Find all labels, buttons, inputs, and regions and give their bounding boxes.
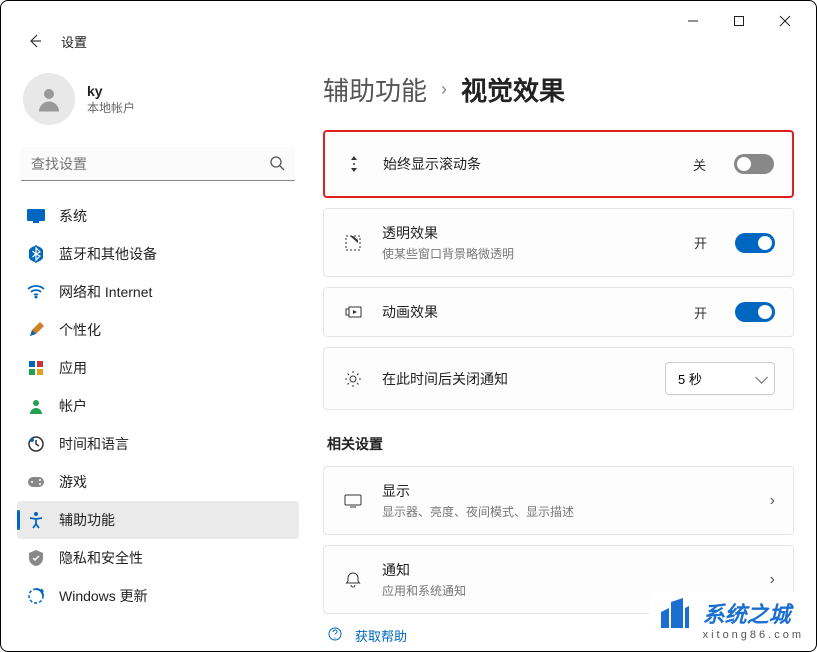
transparency-toggle[interactable]: [735, 233, 775, 253]
watermark-url: xitong86.com: [703, 629, 804, 641]
sidebar: ky 本地帐户 系统蓝牙和其他设备网络和 Internet 个性化应用帐户时间和语…: [1, 53, 311, 651]
sidebar-item-wifi[interactable]: 网络和 Internet: [17, 273, 299, 311]
sidebar-item-label: 应用: [59, 358, 87, 378]
monitor-icon: [342, 493, 364, 509]
setting-animation[interactable]: 动画效果 开: [323, 287, 794, 337]
sidebar-item-privacy[interactable]: 隐私和安全性: [17, 539, 299, 577]
sidebar-item-label: 个性化: [59, 320, 101, 340]
sidebar-item-gaming[interactable]: 游戏: [17, 463, 299, 501]
privacy-icon: [27, 549, 45, 567]
chevron-right-icon: ›: [770, 571, 775, 589]
sidebar-item-accessibility[interactable]: 辅助功能: [17, 501, 299, 539]
related-heading: 相关设置: [327, 434, 794, 454]
timeout-dropdown[interactable]: 5 秒: [665, 362, 775, 395]
watermark-title: 系统之城: [703, 597, 804, 629]
brightness-icon: [342, 370, 364, 388]
update-icon: [27, 587, 45, 605]
close-button[interactable]: [762, 5, 808, 37]
gaming-icon: [27, 473, 45, 491]
setting-title: 始终显示滚动条: [383, 154, 675, 174]
sidebar-item-personalize[interactable]: 个性化: [17, 311, 299, 349]
watermark-icon: [655, 594, 695, 643]
back-button[interactable]: [25, 31, 45, 51]
search-icon: [269, 155, 285, 176]
sidebar-item-label: 网络和 Internet: [59, 282, 152, 302]
setting-title: 动画效果: [382, 302, 676, 322]
setting-scrollbar[interactable]: 始终显示滚动条 关: [323, 130, 794, 198]
related-subtitle: 显示器、亮度、夜间模式、显示描述: [382, 503, 752, 520]
bell-icon: [342, 571, 364, 589]
sidebar-item-update[interactable]: Windows 更新: [17, 577, 299, 615]
search-input[interactable]: [21, 147, 295, 181]
setting-notification-timeout: 在此时间后关闭通知 5 秒: [323, 347, 794, 410]
sidebar-item-system[interactable]: 系统: [17, 197, 299, 235]
scroll-icon: [343, 154, 365, 174]
search-box[interactable]: [21, 147, 295, 181]
help-label: 获取帮助: [355, 626, 407, 645]
system-icon: [27, 207, 45, 225]
personalize-icon: [27, 321, 45, 339]
sidebar-item-label: 辅助功能: [59, 510, 115, 530]
app-title: 设置: [61, 32, 87, 51]
setting-title: 透明效果: [382, 223, 676, 243]
nav-list: 系统蓝牙和其他设备网络和 Internet 个性化应用帐户时间和语言游戏辅助功能隐…: [17, 197, 299, 615]
breadcrumb: 辅助功能 › 视觉效果: [323, 71, 794, 108]
profile-block[interactable]: ky 本地帐户: [17, 65, 299, 143]
related-title: 通知: [382, 560, 752, 580]
animation-toggle[interactable]: [735, 302, 775, 322]
sidebar-item-label: 游戏: [59, 472, 87, 492]
help-icon: [327, 626, 343, 645]
related-title: 显示: [382, 481, 752, 501]
breadcrumb-parent[interactable]: 辅助功能: [323, 71, 427, 108]
minimize-button[interactable]: [670, 5, 716, 37]
account-icon: [27, 397, 45, 415]
sidebar-item-label: 系统: [59, 206, 87, 226]
sidebar-item-label: Windows 更新: [59, 586, 148, 606]
apps-icon: [27, 359, 45, 377]
setting-title: 在此时间后关闭通知: [382, 369, 647, 389]
account-type: 本地帐户: [87, 99, 135, 116]
animation-icon: [342, 304, 364, 320]
sidebar-item-label: 帐户: [59, 396, 87, 416]
setting-subtitle: 使某些窗口背景略微透明: [382, 245, 676, 262]
chevron-right-icon: ›: [441, 79, 447, 100]
username: ky: [87, 83, 135, 99]
sidebar-item-account[interactable]: 帐户: [17, 387, 299, 425]
sidebar-item-apps[interactable]: 应用: [17, 349, 299, 387]
sidebar-item-time[interactable]: 时间和语言: [17, 425, 299, 463]
content: 辅助功能 › 视觉效果 始终显示滚动条 关 透明效果 使某些窗口背景略微透明 开…: [311, 53, 816, 651]
sidebar-item-label: 隐私和安全性: [59, 548, 143, 568]
related-display[interactable]: 显示 显示器、亮度、夜间模式、显示描述 ›: [323, 466, 794, 535]
toggle-state: 开: [694, 233, 707, 252]
toggle-state: 关: [693, 155, 706, 174]
chevron-right-icon: ›: [770, 492, 775, 510]
breadcrumb-current: 视觉效果: [461, 71, 565, 108]
avatar: [23, 73, 75, 125]
watermark: 系统之城 xitong86.com: [649, 592, 810, 645]
setting-transparency[interactable]: 透明效果 使某些窗口背景略微透明 开: [323, 208, 794, 277]
transparency-icon: [342, 234, 364, 252]
bluetooth-icon: [27, 245, 45, 263]
sidebar-item-label: 时间和语言: [59, 434, 129, 454]
accessibility-icon: [27, 511, 45, 529]
sidebar-item-bluetooth[interactable]: 蓝牙和其他设备: [17, 235, 299, 273]
wifi-icon: [27, 283, 45, 301]
scrollbar-toggle[interactable]: [734, 154, 774, 174]
toggle-state: 开: [694, 303, 707, 322]
maximize-button[interactable]: [716, 5, 762, 37]
time-icon: [27, 435, 45, 453]
sidebar-item-label: 蓝牙和其他设备: [59, 244, 157, 264]
